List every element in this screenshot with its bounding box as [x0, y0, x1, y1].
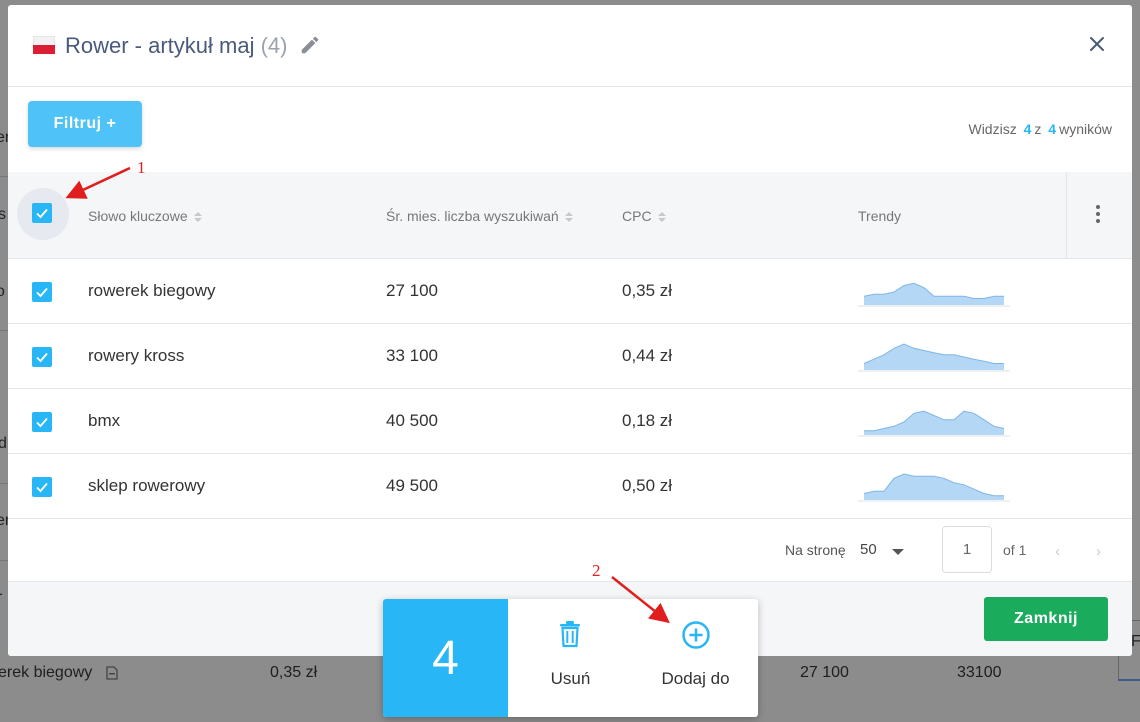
- keyword-cell: bmx: [88, 411, 121, 430]
- table-row[interactable]: bmx 40 500 0,18 zł: [8, 389, 1132, 454]
- column-cpc-label: CPC: [622, 208, 652, 224]
- sort-icon: [657, 212, 666, 223]
- results-shown: 4: [1023, 121, 1032, 137]
- background-divider: [0, 483, 8, 484]
- add-to-button[interactable]: Dodaj do: [633, 599, 758, 717]
- row-checkbox[interactable]: [32, 477, 52, 497]
- background-fragment: o: [0, 283, 5, 300]
- background-divider: [0, 176, 8, 177]
- trend-area: [864, 474, 1004, 500]
- trash-icon: [560, 621, 580, 648]
- table-row[interactable]: rowery kross 33 100 0,44 zł: [8, 324, 1132, 389]
- searches-cell: 33 100: [386, 346, 438, 365]
- column-searches-label: Śr. mies. liczba wyszukiwań: [386, 208, 559, 224]
- plus-circle-icon: [682, 621, 710, 649]
- background-fragment: d: [0, 435, 7, 452]
- modal-header: Rower - artykuł maj (4): [8, 5, 1132, 87]
- poland-flag-icon: [33, 36, 55, 54]
- select-all-checkbox[interactable]: [32, 203, 52, 223]
- checkbox-icon: [36, 417, 48, 428]
- checkbox-icon: [36, 482, 48, 493]
- delete-button[interactable]: Usuń: [508, 599, 633, 717]
- page-total: of 1: [1003, 542, 1027, 558]
- selected-count: 4: [383, 599, 508, 717]
- row-checkbox[interactable]: [32, 412, 52, 432]
- table-header: Słowo kluczowe Śr. mies. liczba wyszukiw…: [8, 172, 1132, 259]
- results-middle: z: [1034, 121, 1042, 137]
- trend-sparkline: [858, 473, 1010, 502]
- row-checkbox[interactable]: [32, 347, 52, 367]
- close-icon[interactable]: [1086, 33, 1108, 55]
- kebab-menu-icon[interactable]: [1090, 203, 1106, 227]
- searches-cell: 40 500: [386, 411, 438, 430]
- results-summary: Widzisz 4z 4 wyników: [968, 121, 1112, 137]
- sort-icon: [564, 212, 573, 223]
- page-number-input[interactable]: 1: [942, 526, 992, 573]
- trend-area: [864, 411, 1004, 435]
- annotation-number-2: 2: [592, 561, 601, 580]
- checkbox-icon: [36, 208, 48, 219]
- list-count: (4): [260, 33, 288, 58]
- checkbox-icon: [36, 287, 48, 298]
- cpc-cell: 0,50 zł: [622, 476, 673, 495]
- background-fragment: r: [0, 589, 2, 607]
- delete-label: Usuń: [550, 669, 591, 688]
- results-total: 4: [1048, 121, 1057, 137]
- results-prefix: Widzisz: [968, 121, 1017, 137]
- next-page-button[interactable]: ›: [1096, 543, 1101, 560]
- prev-page-button[interactable]: ‹: [1055, 543, 1060, 560]
- background-keyword: erek biegowy: [0, 664, 93, 681]
- per-page-label: Na stronę: [785, 542, 846, 558]
- background-other: 33100: [957, 664, 1002, 681]
- close-button[interactable]: Zamknij: [984, 597, 1108, 641]
- column-divider: [1066, 172, 1067, 259]
- results-suffix: wyników: [1059, 121, 1112, 137]
- background-tab-label: F: [1131, 633, 1140, 650]
- pagination: Na stronę 50 1 of 1 ‹ ›: [8, 519, 1132, 581]
- modal-title: Rower - artykuł maj (4): [65, 33, 288, 59]
- row-checkbox[interactable]: [32, 282, 52, 302]
- background-tab-indicator: [1118, 679, 1140, 681]
- trend-sparkline: [858, 343, 1010, 372]
- column-cpc[interactable]: CPC: [622, 208, 666, 224]
- background-fragment: s: [0, 206, 6, 223]
- keyword-cell: sklep rowerowy: [88, 476, 206, 495]
- background-divider: [0, 330, 8, 331]
- annotation-number-1: 1: [137, 158, 146, 177]
- cpc-cell: 0,35 zł: [622, 281, 673, 300]
- cpc-cell: 0,18 zł: [622, 411, 673, 430]
- searches-cell: 49 500: [386, 476, 438, 495]
- column-trends-label: Trendy: [858, 208, 902, 224]
- searches-cell: 27 100: [386, 281, 438, 300]
- trend-area: [864, 344, 1004, 370]
- sort-icon: [193, 212, 202, 223]
- background-divider: [0, 560, 8, 561]
- trend-sparkline: [858, 410, 1010, 437]
- checkbox-icon: [36, 352, 48, 363]
- pencil-icon[interactable]: [299, 34, 321, 56]
- per-page-select[interactable]: 50: [860, 541, 877, 558]
- column-keyword-label: Słowo kluczowe: [88, 208, 188, 224]
- list-name: Rower - artykuł maj: [65, 33, 255, 58]
- bulk-action-bar: 4 Usuń Dodaj do: [383, 599, 758, 717]
- keyword-cell: rowery kross: [88, 346, 185, 365]
- cpc-cell: 0,44 zł: [622, 346, 673, 365]
- background-cpc: 0,35 zł: [270, 664, 318, 681]
- filter-button[interactable]: Filtruj +: [28, 101, 142, 147]
- keyword-cell: rowerek biegowy: [88, 281, 216, 300]
- keyword-list-modal: Rower - artykuł maj (4) Filtruj + Widzis…: [8, 5, 1132, 656]
- document-icon: [106, 666, 118, 680]
- table-row[interactable]: sklep rowerowy 49 500 0,50 zł: [8, 454, 1132, 519]
- column-searches[interactable]: Śr. mies. liczba wyszukiwań: [386, 208, 573, 224]
- add-to-label: Dodaj do: [661, 669, 730, 688]
- dropdown-caret-icon[interactable]: [892, 549, 904, 555]
- background-searches: 27 100: [800, 664, 849, 681]
- trend-sparkline: [858, 282, 1010, 307]
- column-keyword[interactable]: Słowo kluczowe: [88, 208, 202, 224]
- column-trends: Trendy: [858, 208, 901, 224]
- table-row[interactable]: rowerek biegowy 27 100 0,35 zł: [8, 259, 1132, 324]
